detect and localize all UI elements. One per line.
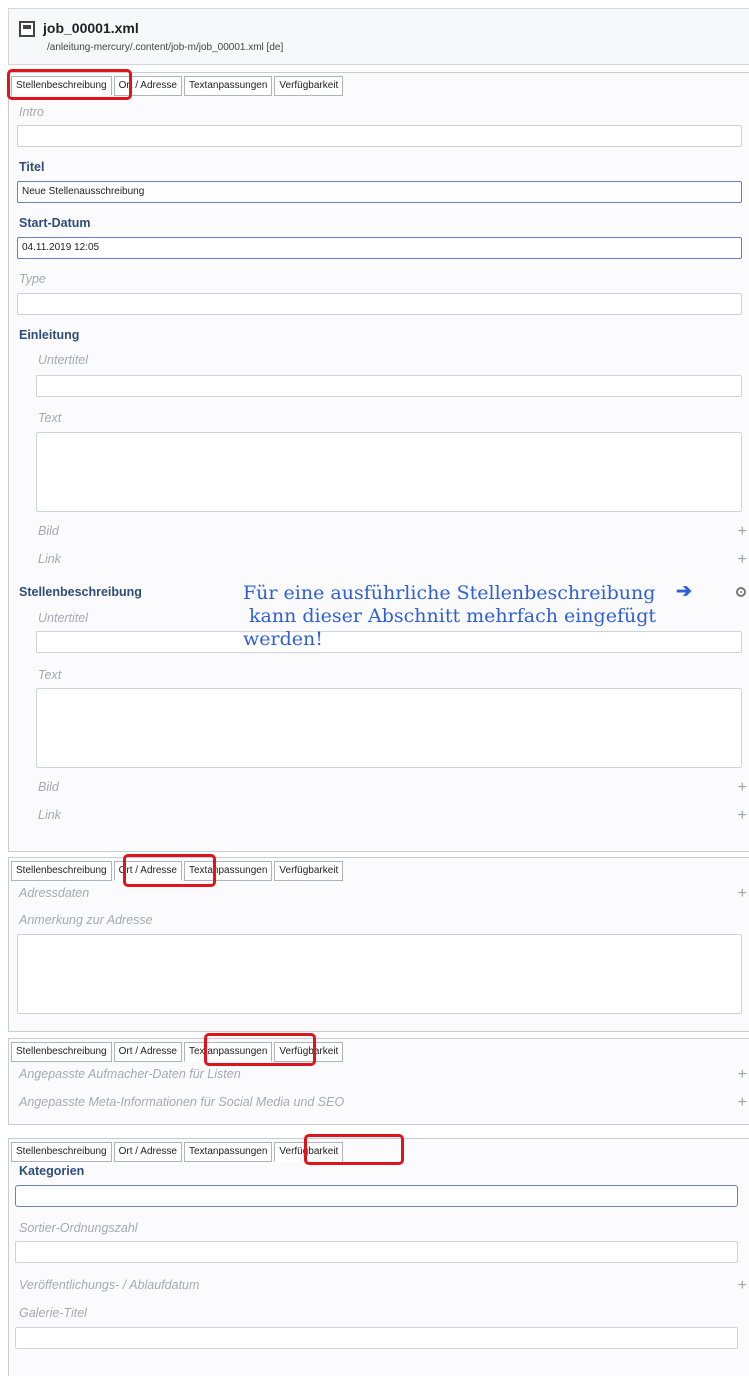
annotation-line-3: werden! <box>243 628 323 650</box>
tab-stellenbeschreibung[interactable]: Stellenbeschreibung <box>11 1142 112 1162</box>
type-input[interactable] <box>17 293 742 315</box>
einleitung-text-label: Text <box>38 411 62 425</box>
einleitung-bild-label: Bild <box>38 524 59 538</box>
plus-icon[interactable]: + <box>738 1095 747 1111</box>
file-path: /anleitung-mercury/.content/job-m/job_00… <box>47 42 284 53</box>
stellen-link-label: Link <box>38 808 61 822</box>
einleitung-text-area[interactable] <box>36 432 742 512</box>
tab-stellenbeschreibung[interactable]: Stellenbeschreibung <box>11 1042 112 1062</box>
kategorien-label: Kategorien <box>19 1164 85 1178</box>
tab-verfuegbarkeit[interactable]: Verfügbarkeit <box>274 861 344 881</box>
start-datum-label: Start-Datum <box>19 216 91 230</box>
adressdaten-label: Adressdaten <box>19 886 90 900</box>
plus-icon[interactable]: + <box>738 552 747 568</box>
file-header: job_00001.xml /anleitung-mercury/.conten… <box>8 8 749 65</box>
file-icon <box>19 21 35 37</box>
highlight-box <box>123 854 216 887</box>
einleitung-link-label: Link <box>38 552 61 566</box>
meta-label: Angepasste Meta-Informationen für Social… <box>19 1095 345 1109</box>
stellen-untertitel-label: Untertitel <box>38 611 89 625</box>
einleitung-untertitel-input[interactable] <box>36 375 742 397</box>
einleitung-label: Einleitung <box>19 328 80 342</box>
plus-icon[interactable]: + <box>738 780 747 796</box>
highlight-box <box>204 1033 316 1066</box>
plus-icon[interactable]: + <box>738 1278 747 1294</box>
anmerkung-text-area[interactable] <box>17 934 742 1014</box>
arrow-right-icon: ➔ <box>676 581 692 602</box>
sortier-input[interactable] <box>15 1241 738 1263</box>
start-datum-input[interactable]: 04.11.2019 12:05 <box>17 237 742 259</box>
tab-textanpassungen[interactable]: Textanpassungen <box>183 1142 273 1162</box>
panel-stellenbeschreibung: Stellenbeschreibung Ort / Adresse Textan… <box>7 69 749 852</box>
tab-stellenbeschreibung[interactable]: Stellenbeschreibung <box>11 861 112 881</box>
titel-label: Titel <box>19 160 45 174</box>
stellen-text-area[interactable] <box>36 688 742 768</box>
plus-icon[interactable]: + <box>738 886 747 902</box>
stellen-bild-label: Bild <box>38 780 59 794</box>
panel-verfuegbarkeit: Stellenbeschreibung Ort / Adresse Textan… <box>8 1134 749 1376</box>
file-title: job_00001.xml <box>43 20 139 36</box>
annotation-text: Für eine ausführliche Stellenbeschreibun… <box>243 582 693 651</box>
type-label: Type <box>19 272 46 286</box>
stellenbeschreibung-label: Stellenbeschreibung <box>19 585 142 599</box>
highlight-box <box>304 1134 404 1165</box>
galerie-titel-label: Galerie-Titel <box>19 1306 87 1320</box>
plus-icon[interactable]: + <box>738 1067 747 1083</box>
panel-textanpassungen: Stellenbeschreibung Ort / Adresse Textan… <box>8 1033 749 1125</box>
kategorien-input[interactable] <box>15 1185 738 1207</box>
intro-input[interactable] <box>17 125 742 147</box>
annotation-line-2: kann dieser Abschnitt mehrfach eingefügt <box>243 605 657 627</box>
veroeffentlichung-label: Veröffentlichungs- / Ablaufdatum <box>19 1278 200 1292</box>
tab-ort-adresse[interactable]: Ort / Adresse <box>113 1142 182 1162</box>
tab-bar: Stellenbeschreibung Ort / Adresse Textan… <box>11 1142 345 1162</box>
panel-ort-adresse: Stellenbeschreibung Ort / Adresse Textan… <box>8 854 749 1032</box>
target-icon[interactable] <box>736 587 746 597</box>
intro-label: Intro <box>19 105 45 119</box>
tab-ort-adresse[interactable]: Ort / Adresse <box>113 1042 182 1062</box>
galerie-titel-input[interactable] <box>15 1327 738 1349</box>
titel-input[interactable]: Neue Stellenausschreibung <box>17 181 742 203</box>
tab-verfuegbarkeit[interactable]: Verfügbarkeit <box>274 76 344 96</box>
stellen-text-label: Text <box>38 668 62 682</box>
aufmacher-label: Angepasste Aufmacher-Daten für Listen <box>19 1067 241 1081</box>
anmerkung-label: Anmerkung zur Adresse <box>19 913 153 927</box>
plus-icon[interactable]: + <box>738 808 747 824</box>
annotation-line-1: Für eine ausführliche Stellenbeschreibun… <box>243 582 656 604</box>
plus-icon[interactable]: + <box>738 524 747 540</box>
highlight-box <box>7 69 132 100</box>
tab-textanpassungen[interactable]: Textanpassungen <box>183 76 273 96</box>
einleitung-untertitel-label: Untertitel <box>38 353 89 367</box>
sortier-label: Sortier-Ordnungszahl <box>19 1221 138 1235</box>
